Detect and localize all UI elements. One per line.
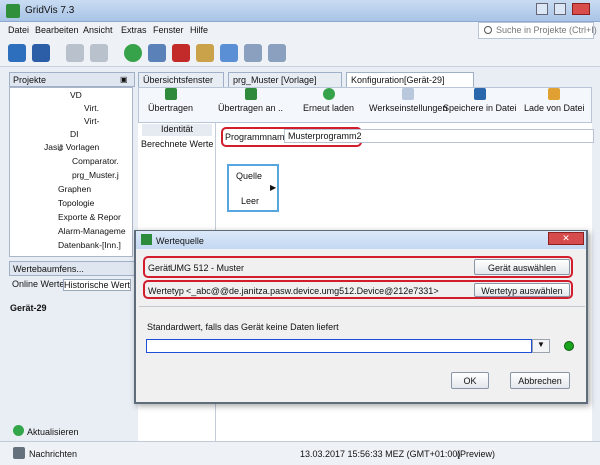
- tree-item-graphs[interactable]: Graphen: [58, 184, 91, 194]
- factory-icon: [402, 88, 415, 100]
- redo-icon[interactable]: [90, 44, 108, 62]
- grid-icon[interactable]: [268, 44, 286, 62]
- tree-item-di[interactable]: DI: [70, 129, 79, 139]
- jasic-icon: J: [58, 143, 64, 153]
- search-icon: [484, 26, 492, 34]
- status-preview: (Preview): [457, 449, 496, 459]
- ok-button[interactable]: OK: [451, 372, 489, 389]
- factory-settings-button[interactable]: Werkseinstellungen: [369, 88, 447, 113]
- source-node-value: Leer: [241, 196, 260, 206]
- menu-extras[interactable]: Extras: [121, 25, 147, 35]
- dialog-title: Wertequelle: [156, 236, 204, 246]
- status-led-icon: [564, 341, 574, 351]
- side-tab-calculated-values[interactable]: Berechnete Werte: [141, 139, 213, 149]
- tree-item-virt2[interactable]: Virt-: [84, 116, 99, 126]
- messages-label[interactable]: Nachrichten: [29, 449, 77, 459]
- default-value-hint: Standardwert, falls das Gerät keine Date…: [147, 322, 339, 332]
- reload-icon: [322, 88, 335, 100]
- select-device-button[interactable]: Gerät auswählen: [474, 259, 570, 275]
- maximize-button[interactable]: [554, 3, 566, 15]
- valuetype-label: Wertetyp: [148, 286, 184, 296]
- refresh-label[interactable]: Aktualisieren: [27, 427, 79, 437]
- transfer-button[interactable]: Übertragen: [148, 88, 193, 113]
- device-label: Gerät: [148, 263, 171, 273]
- db-icon[interactable]: [148, 44, 166, 62]
- source-node-label: Quelle: [236, 171, 263, 181]
- menu-file[interactable]: Datei: [8, 25, 29, 35]
- side-tab-identity[interactable]: Identität: [142, 124, 212, 136]
- messages-icon[interactable]: [13, 447, 25, 459]
- tree-item-jasic-templates[interactable]: Jasic Vorlagen: [44, 142, 99, 152]
- minimize-button[interactable]: [536, 3, 548, 15]
- reload-button[interactable]: Erneut laden: [303, 88, 354, 113]
- menu-window[interactable]: Fenster: [153, 25, 184, 35]
- import-icon[interactable]: [172, 44, 190, 62]
- tab-configuration[interactable]: Konfiguration[Gerät-29]: [346, 72, 474, 87]
- program-name-field[interactable]: Musterprogramm2: [284, 129, 594, 143]
- save-to-file-button[interactable]: Speichere in Datei: [443, 88, 517, 113]
- projects-panel-title: Projekte: [13, 75, 47, 85]
- node-output-arrow-icon[interactable]: ▶: [270, 183, 276, 192]
- dialog-app-icon: [141, 234, 152, 245]
- transfer-icon: [164, 88, 177, 100]
- search-placeholder: Suche in Projekte (Ctrl+I): [496, 25, 597, 35]
- panel-minimize-icon[interactable]: ▣: [120, 75, 128, 84]
- dialog-close-button[interactable]: ✕: [548, 232, 584, 245]
- tree-item-topology[interactable]: Topologie: [58, 198, 94, 208]
- device-value: UMG 512 - Muster: [170, 263, 245, 273]
- device-node[interactable]: Gerät-29: [10, 303, 47, 313]
- transfer-to-button[interactable]: Übertragen an ..: [218, 88, 283, 113]
- save-file-icon: [473, 88, 486, 100]
- window-title: GridVis 7.3: [25, 5, 75, 16]
- values-panel-title: Wertebaumfens...: [13, 264, 84, 274]
- cancel-button[interactable]: Abbrechen: [510, 372, 570, 389]
- tab-prg-muster[interactable]: prg_Muster [Vorlage]: [228, 72, 342, 87]
- close-window-button[interactable]: [572, 3, 590, 15]
- tab-overview[interactable]: Übersichtsfenster: [138, 72, 224, 87]
- tools-icon[interactable]: [196, 44, 214, 62]
- load-file-icon: [548, 88, 561, 100]
- tree-item-virt1[interactable]: Virt.: [84, 103, 99, 113]
- default-value-field[interactable]: [146, 339, 532, 353]
- module-icon[interactable]: [244, 44, 262, 62]
- dropdown-arrow-icon[interactable]: ▼: [532, 339, 550, 353]
- menu-help[interactable]: Hilfe: [190, 25, 208, 35]
- refresh-small-icon[interactable]: [13, 425, 24, 436]
- tree-item-database[interactable]: Datenbank-[Inn.]: [58, 240, 121, 250]
- save-all-icon[interactable]: [32, 44, 50, 62]
- transfer-to-icon: [244, 88, 257, 100]
- floppy-disks-icon[interactable]: [8, 44, 26, 62]
- select-valuetype-button[interactable]: Wertetyp auswählen: [474, 283, 570, 297]
- load-from-file-button[interactable]: Lade von Datei: [524, 88, 585, 113]
- users-icon[interactable]: [220, 44, 238, 62]
- undo-icon[interactable]: [66, 44, 84, 62]
- gridvis-logo-icon: [6, 4, 20, 18]
- window-titlebar: [0, 0, 600, 22]
- tree-item-comparator[interactable]: Comparator.: [72, 156, 119, 166]
- historic-values-tab[interactable]: Historische Werte: [63, 279, 131, 291]
- program-name-label: Programmname: [225, 132, 290, 142]
- menu-edit[interactable]: Bearbeiten: [35, 25, 79, 35]
- menu-view[interactable]: Ansicht: [83, 25, 113, 35]
- status-timestamp: 13.03.2017 15:56:33 MEZ (GMT+01:00): [300, 449, 461, 459]
- dialog-separator: [139, 306, 585, 307]
- tree-item-vd[interactable]: VD: [70, 90, 82, 100]
- tree-item-alarm[interactable]: Alarm-Manageme: [58, 226, 126, 236]
- refresh-icon[interactable]: [124, 44, 142, 62]
- tree-item-prg-muster[interactable]: prg_Muster.j: [72, 170, 119, 180]
- valuetype-value: <_abc@@de.janitza.pasw.device.umg512.Dev…: [186, 286, 439, 296]
- online-values-tab[interactable]: Online Werte: [12, 279, 64, 289]
- tree-item-exports[interactable]: Exporte & Repor: [58, 212, 121, 222]
